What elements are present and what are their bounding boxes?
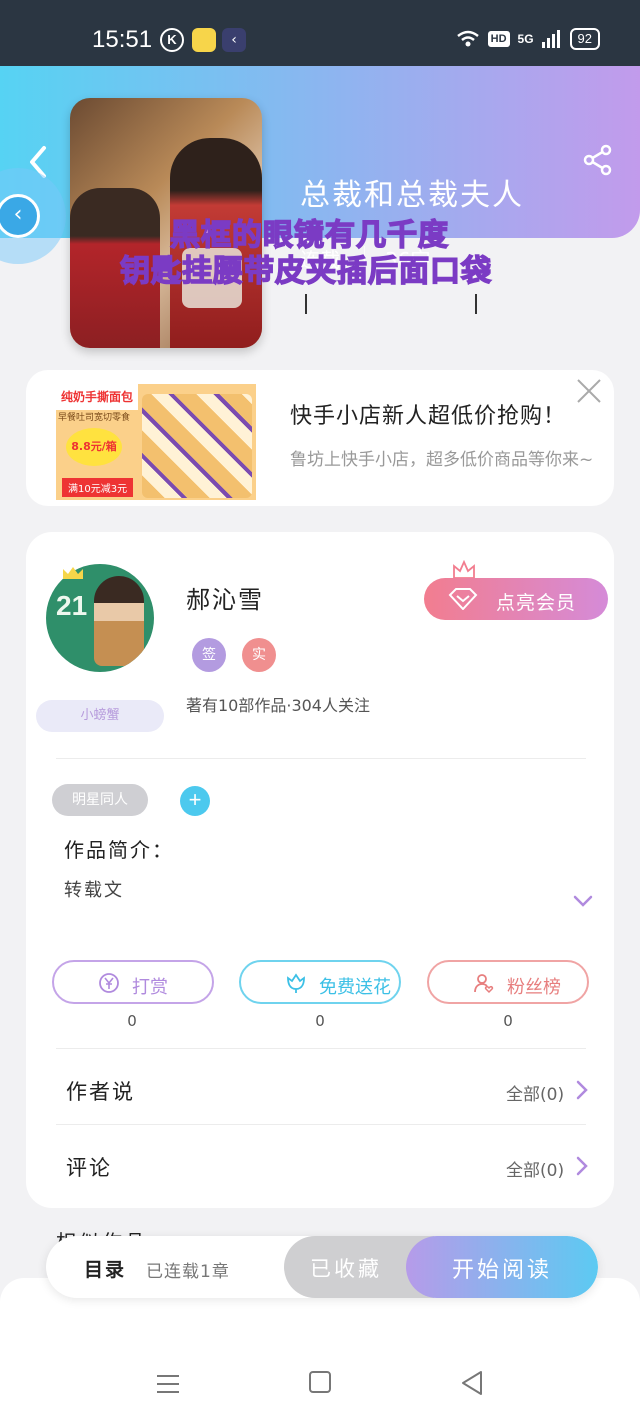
start-reading-label: 开始阅读 [452, 1258, 553, 1283]
comments-title[interactable]: 评论 [66, 1152, 112, 1182]
back-triangle-icon[interactable] [460, 1370, 484, 1396]
send-flower-button[interactable]: 免费送花 [239, 960, 401, 1004]
reward-count: 0 [127, 1012, 137, 1030]
collected-label: 已收藏 [310, 1257, 382, 1281]
fan-ranking-label: 粉丝榜 [507, 977, 561, 998]
ad-image-price: 8.8元/箱 [66, 428, 122, 466]
divider [305, 294, 307, 314]
author-notes-all[interactable]: 全部(0) [506, 1080, 564, 1105]
ad-title: 快手小店新人超低价抢购！ [290, 404, 567, 429]
fan-icon [474, 974, 494, 994]
chevron-down-icon[interactable] [572, 894, 594, 908]
fan-ranking-button[interactable]: 粉丝榜 [427, 960, 589, 1004]
send-flower-label: 免费送花 [319, 977, 391, 998]
yuan-icon [99, 973, 119, 993]
k-icon: K [160, 28, 184, 52]
reader-action-bar: 目录 已连载1章 已收藏 开始阅读 [46, 1236, 598, 1298]
wifi-icon [456, 30, 479, 47]
status-indicators: HD 5G 92 [456, 28, 600, 50]
fan-count: 0 [503, 1012, 513, 1030]
bottom-sheet [0, 1278, 640, 1422]
divider [56, 1124, 586, 1125]
add-tag-button[interactable]: + [180, 786, 210, 816]
book-title: 总裁和总裁夫人 [300, 178, 524, 213]
share-icon[interactable] [582, 144, 614, 176]
diamond-icon [448, 588, 478, 610]
signal-5g-label: 5G [517, 32, 534, 46]
close-icon[interactable] [574, 376, 604, 406]
signal-icon [541, 30, 560, 48]
ad-image-headline: 纯奶手撕面包 [56, 384, 138, 410]
face-icon [192, 28, 216, 52]
comments-all[interactable]: 全部(0) [506, 1156, 564, 1181]
intro-text: 转载文 [64, 880, 124, 901]
author-avatar[interactable]: 21 [46, 564, 154, 672]
ad-image: 纯奶手撕面包 早餐吐司宽切零食 8.8元/箱 满10元减3元 [56, 384, 256, 500]
toc-button[interactable]: 目录 [84, 1255, 126, 1282]
status-bar: 15:51 K ‹ HD 5G 92 [0, 0, 640, 66]
vip-button[interactable]: 点亮会员 [424, 578, 608, 620]
ad-card[interactable]: 纯奶手撕面包 早餐吐司宽切零食 8.8元/箱 满10元减3元 快手小店新人超低价… [26, 370, 614, 506]
work-tag[interactable]: 明星同人 [52, 784, 148, 816]
avatar-number: 21 [56, 590, 88, 621]
avatar-figure [94, 576, 144, 666]
assistant-icon: ‹ [0, 194, 40, 238]
menu-icon[interactable] [156, 1372, 180, 1396]
home-icon[interactable] [309, 1371, 331, 1393]
author-name[interactable]: 郝沁雪 [186, 580, 264, 615]
start-reading-button[interactable]: 开始阅读 [406, 1236, 598, 1298]
author-notes-title[interactable]: 作者说 [66, 1076, 135, 1106]
chevron-right-icon[interactable] [576, 1156, 588, 1176]
author-card: 21 小螃蟹 郝沁雪 签 实 著有10部作品·304人关注 点亮会员 明星同人 … [26, 532, 614, 1208]
hd-badge: HD [487, 31, 510, 47]
vip-crown-icon [453, 560, 475, 579]
divider [475, 294, 477, 314]
intro-title: 作品简介： [64, 838, 174, 862]
divider [56, 1048, 586, 1049]
vip-button-label: 点亮会员 [496, 592, 577, 614]
crown-icon [63, 567, 83, 579]
flower-count: 0 [315, 1012, 325, 1030]
reward-label: 打赏 [132, 977, 168, 998]
signed-badge: 签 [192, 638, 226, 672]
bread-image [142, 394, 252, 498]
ad-image-subtitle: 早餐吐司宽切零食 [58, 413, 131, 423]
lyric-overlay: 钥匙挂腰带皮夹插后面口袋 [119, 253, 492, 290]
level-badge: 小螃蟹 [36, 700, 164, 732]
toc-status: 已连载1章 [146, 1262, 230, 1282]
divider [56, 758, 586, 759]
status-time: 15:51 [92, 26, 153, 53]
verified-badge: 实 [242, 638, 276, 672]
author-stats: 著有10部作品·304人关注 [186, 696, 370, 715]
battery-indicator: 92 [569, 28, 600, 50]
chevron-right-icon[interactable] [576, 1080, 588, 1100]
flower-icon [287, 973, 305, 993]
message-icon: ‹ [222, 28, 246, 52]
ad-image-coupon: 满10元减3元 [62, 478, 134, 497]
ad-description: 鲁坊上快手小店，超多低价商品等你来~ [290, 450, 594, 470]
reward-button[interactable]: 打赏 [52, 960, 214, 1004]
